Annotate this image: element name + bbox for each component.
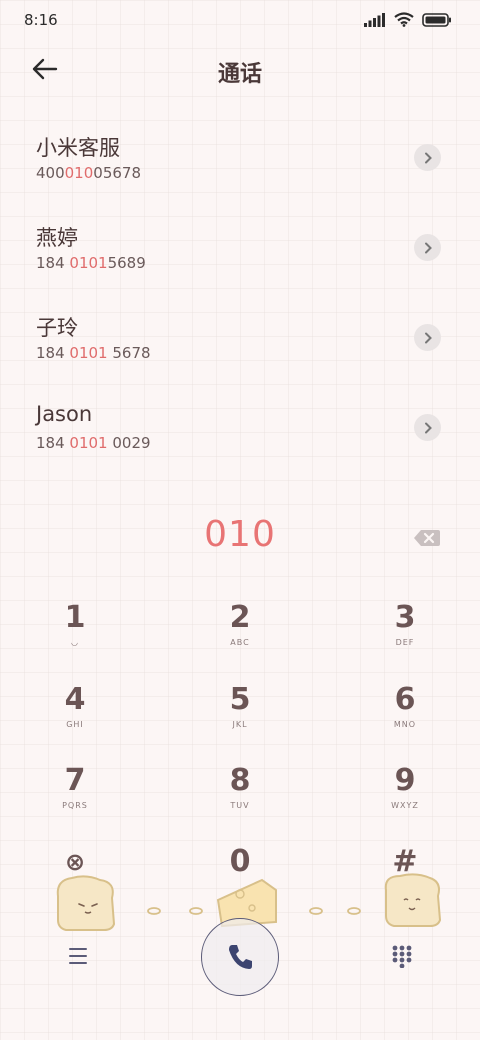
chevron-right-icon xyxy=(424,332,432,343)
key-digit: 1 xyxy=(64,600,86,635)
contact-list: 小米客服 40001005678 燕婷 184 01015689 子玲 184 … xyxy=(0,112,480,472)
backspace-button[interactable] xyxy=(413,527,441,549)
dialpad-icon xyxy=(392,945,412,969)
key-5[interactable]: 5 JKL xyxy=(185,680,295,750)
dialpad-toggle-button[interactable] xyxy=(391,944,413,969)
status-bar: 8:16 xyxy=(0,0,480,40)
contact-name: 小米客服 xyxy=(36,136,120,160)
key-2[interactable]: 2 ABC xyxy=(185,598,295,668)
menu-icon xyxy=(69,948,87,964)
signal-icon xyxy=(364,12,385,27)
key-letters: ◡ xyxy=(71,638,79,647)
contact-number: 40001005678 xyxy=(36,164,141,182)
contact-row[interactable]: 燕婷 184 01015689 xyxy=(0,202,480,292)
contact-row[interactable]: 小米客服 40001005678 xyxy=(0,112,480,202)
call-button[interactable] xyxy=(201,918,279,996)
key-letters: ABC xyxy=(230,638,250,647)
chevron-right-icon xyxy=(424,152,432,163)
backspace-icon xyxy=(414,530,440,546)
bottom-bar xyxy=(0,908,480,1008)
key-digit: 5 xyxy=(229,682,251,717)
contact-row[interactable]: 子玲 184 0101 5678 xyxy=(0,292,480,382)
key-letters: WXYZ xyxy=(391,801,419,810)
contact-detail-button[interactable] xyxy=(414,414,441,441)
key-letters: JKL xyxy=(232,720,248,729)
chevron-right-icon xyxy=(424,422,432,433)
key-8[interactable]: 8 TUV xyxy=(185,761,295,831)
page-title: 通话 xyxy=(217,62,262,87)
key-digit: 9 xyxy=(394,763,416,798)
key-digit: 7 xyxy=(64,763,86,798)
contact-name: 子玲 xyxy=(36,316,78,340)
contact-name: 燕婷 xyxy=(36,226,78,250)
key-digit: 8 xyxy=(229,763,251,798)
phone-icon xyxy=(229,945,252,969)
key-digit: 4 xyxy=(64,682,86,717)
contact-number: 184 01015689 xyxy=(36,254,146,272)
chevron-right-icon xyxy=(424,242,432,253)
key-1[interactable]: 1 ◡ xyxy=(20,598,130,668)
key-3[interactable]: 3 DEF xyxy=(350,598,460,668)
contact-row[interactable]: Jason 184 0101 0029 xyxy=(0,382,480,472)
key-letters: MNO xyxy=(393,720,417,729)
contact-number: 184 0101 5678 xyxy=(36,344,151,362)
typed-number-display[interactable]: 010 xyxy=(0,514,480,555)
contact-detail-button[interactable] xyxy=(414,324,441,351)
key-7[interactable]: 7 PQRS xyxy=(20,761,130,831)
battery-icon xyxy=(422,12,451,27)
status-time: 8:16 xyxy=(24,11,58,29)
wifi-icon xyxy=(394,12,414,27)
contact-detail-button[interactable] xyxy=(414,234,441,261)
status-icons xyxy=(364,12,452,27)
key-9[interactable]: 9 WXYZ xyxy=(350,761,460,831)
menu-button[interactable] xyxy=(66,946,90,966)
contact-number: 184 0101 0029 xyxy=(36,434,151,452)
contact-name: Jason xyxy=(36,402,93,426)
key-digit: 6 xyxy=(394,682,416,717)
key-letters: GHI xyxy=(66,720,84,729)
key-letters: DEF xyxy=(395,638,415,647)
header: 通话 xyxy=(0,48,480,92)
key-4[interactable]: 4 GHI xyxy=(20,680,130,750)
key-digit: 3 xyxy=(394,600,416,635)
key-letters: PQRS xyxy=(62,801,88,810)
key-digit: 2 xyxy=(229,600,251,635)
key-6[interactable]: 6 MNO xyxy=(350,680,460,750)
contact-detail-button[interactable] xyxy=(414,144,441,171)
key-letters: TUV xyxy=(230,801,250,810)
